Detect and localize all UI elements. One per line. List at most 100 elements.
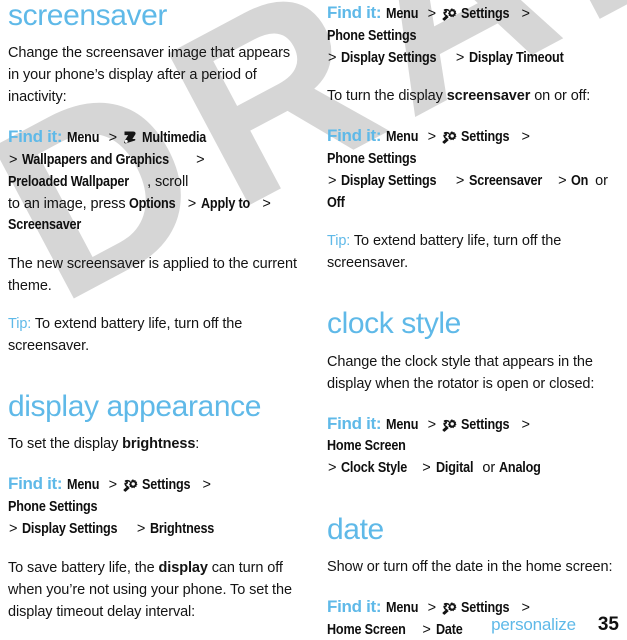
settings-gear-wrench-icon [441,129,457,145]
menu-path-item: Display Settings [22,520,118,537]
screensaver-tip-paragraph-right: Tip: To extend battery life, turn off th… [327,230,619,274]
menu-path-item: Date [435,621,463,638]
menu-path-item: Menu [385,600,418,617]
menu-path-separator: > [9,520,22,537]
menu-path-separator: > [423,416,440,433]
clock-style-intro-paragraph: Change the clock style that appears in t… [327,353,595,392]
screensaver-intro-paragraph: Change the screensaver image that appear… [8,45,291,106]
menu-path-separator: > [183,195,201,212]
settings-gear-wrench-icon [122,477,138,493]
menu-path-item: Apply to [201,195,251,212]
menu-path-item: Off [327,194,345,211]
menu-path-text: to an image, press [8,195,130,212]
footer-chapter-name: personalize [491,615,576,634]
left-column: screensaver Change the screensaver image… [8,0,300,623]
menu-path-separator: > [198,477,211,494]
multimedia-icon [122,130,138,145]
menu-path-item: Settings [460,6,510,22]
menu-path-separator: > [258,195,271,212]
screensaver-tip-paragraph: Tip: To extend battery life, turn off th… [8,313,300,357]
right-column: Find it: Menu > Settings > Phone Setting… [327,0,619,640]
footer-page-number: 35 [597,614,619,635]
screensaver-keyword: screensaver [446,88,531,105]
menu-path-item: Phone Settings [327,151,417,168]
display-timeout-intro-paragraph: To save battery life, the display can tu… [8,557,300,623]
menu-path-item: Screensaver [8,217,82,234]
brightness-intro-paragraph: To set the display brightness: [8,433,300,455]
menu-path-separator: > [451,49,469,66]
menu-path-separator: > [517,416,530,433]
menu-path-item: Settings [460,416,510,433]
brightness-intro-pre: To set the display [8,436,123,453]
menu-path-item: Settings [141,477,191,494]
section-heading-clock-style: clock style [327,307,461,341]
menu-path-separator: > [192,152,205,169]
menu-path-item: Clock Style [341,460,408,477]
findit-label: Find it: [327,413,386,433]
page-footer: personalize 35 [491,614,619,636]
screensaver-toggle-pre: To turn the display [327,88,447,105]
settings-gear-wrench-icon [441,600,457,615]
menu-path-separator: > [423,129,440,146]
menu-path-item: On [571,172,589,189]
settings-gear-wrench-icon [441,417,457,432]
menu-path-item: Brightness [150,520,215,537]
menu-path-item: Home Screen [327,621,406,638]
page-content: screensaver Change the screensaver image… [0,0,627,640]
menu-path-separator: > [451,172,469,189]
settings-gear-wrench-icon [441,6,457,21]
findit-label: Find it: [8,474,67,494]
findit-brightness: Find it: Menu > Settings > Phone Setting… [8,471,300,540]
tip-text-right: To extend battery life, turn off the scr… [327,233,562,272]
brightness-keyword: brightness [122,436,196,453]
menu-path-separator: > [418,621,435,638]
menu-path-item: Preloaded Wallpaper [8,173,130,190]
menu-path-separator: > [517,6,530,22]
findit-label: Find it: [8,127,67,147]
menu-path-item: Display Settings [341,172,437,189]
menu-path-item: Menu [66,130,99,147]
menu-path-item: Settings [460,129,510,146]
findit-label: Find it: [327,3,386,22]
menu-path-item: Home Screen [327,438,406,455]
screensaver-note-paragraph: The new screensaver is applied to the cu… [8,256,297,295]
section-heading-date: date [327,512,384,546]
menu-path-item: Wallpapers and Graphics [22,152,170,169]
menu-path-item: Digital [435,460,474,477]
menu-path-item: Options [129,195,176,212]
findit-label: Find it: [327,126,386,146]
brightness-intro-post: : [195,436,200,453]
menu-path-separator: > [104,477,121,494]
manual-page: DRAFT screensaver Change the screensaver… [0,0,627,640]
menu-path-item: Phone Settings [327,27,417,44]
menu-path-separator: > [328,172,341,189]
menu-path-text: or [478,460,499,477]
section-heading-screensaver: screensaver [8,0,168,32]
tip-text: To extend battery life, turn off the scr… [8,316,243,355]
display-keyword: display [158,559,208,576]
menu-path-separator: > [554,172,571,189]
findit-screensaver-toggle: Find it: Menu > Settings > Phone Setting… [327,123,619,214]
menu-path-item: Menu [66,477,99,494]
menu-path-item: Menu [385,416,418,433]
menu-path-item: Multimedia [141,130,207,147]
menu-path-text: , scroll [147,173,189,190]
menu-path-item: Menu [385,6,418,22]
menu-path-item: Analog [499,460,541,477]
menu-path-item: Display Timeout [469,49,564,66]
findit-clock-style: Find it: Menu > Settings > Home Screen >… [327,411,619,480]
tip-label-right: Tip: [327,233,351,250]
menu-path-separator: > [104,130,121,147]
screensaver-toggle-post: on or off: [530,88,591,105]
menu-path-separator: > [423,6,440,22]
findit-display-timeout: Find it: Menu > Settings > Phone Setting… [327,0,619,69]
menu-path-text: or [591,172,608,189]
menu-path-separator: > [423,600,440,617]
menu-path-separator: > [9,152,22,169]
tip-label: Tip: [8,316,32,333]
menu-path-separator: > [418,460,435,477]
menu-path-item: Phone Settings [8,499,98,516]
menu-path-separator: > [517,129,530,146]
screensaver-toggle-paragraph: To turn the display screensaver on or of… [327,85,619,107]
timeout-intro-a: To save battery life, the [8,559,159,576]
